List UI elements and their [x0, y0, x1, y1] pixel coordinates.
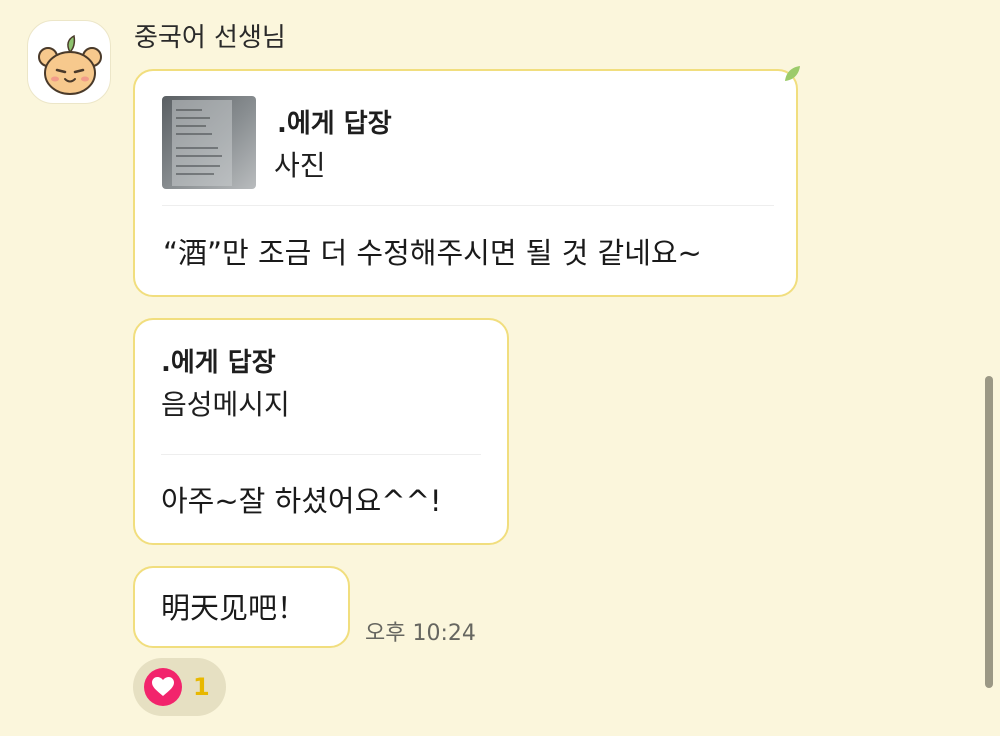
reply-target-label: .에게 답장	[277, 109, 392, 139]
message-bubble[interactable]: 明天见吧！	[133, 566, 350, 648]
sender-avatar[interactable]	[27, 20, 111, 104]
sender-name: 중국어 선생님	[134, 23, 286, 53]
reply-photo-thumbnail[interactable]	[162, 96, 256, 189]
bear-face-icon	[38, 34, 102, 95]
heart-icon	[144, 668, 182, 706]
message-text: “酒”만 조금 더 수정해주시면 될 것 같네요~	[163, 236, 702, 270]
reply-type-label: 음성메시지	[161, 388, 290, 421]
message-bubble[interactable]: .에게 답장 사진 “酒”만 조금 더 수정해주시면 될 것 같네요~	[133, 66, 800, 297]
message-text: 아주~잘 하셨어요^^!	[161, 484, 442, 518]
reaction-count: 1	[193, 673, 210, 701]
reply-target-label: .에게 답장	[161, 348, 276, 378]
scrollbar[interactable]	[985, 376, 993, 688]
message-timestamp: 오후 10:24	[365, 621, 476, 646]
reply-divider	[162, 205, 774, 206]
leaf-icon	[785, 66, 800, 81]
reply-type-label: 사진	[274, 149, 326, 182]
reaction-chip[interactable]: 1	[133, 658, 226, 716]
message-text: 明天见吧！	[161, 591, 307, 625]
reply-divider	[161, 454, 481, 455]
message-bubble[interactable]: .에게 답장 음성메시지 아주~잘 하셨어요^^!	[133, 318, 509, 545]
